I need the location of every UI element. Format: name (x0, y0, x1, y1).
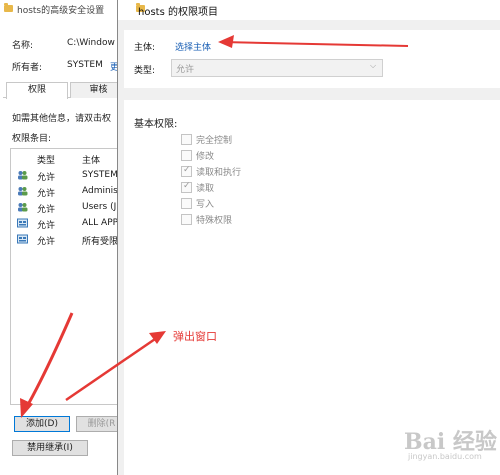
permission-label: 读取 (196, 184, 215, 194)
group-users-icon (18, 187, 28, 196)
disable-inheritance-button[interactable]: 禁用继承(I) (12, 440, 88, 456)
list-item[interactable]: 允许 Adminis (11, 183, 126, 199)
column-header-subject[interactable]: 主体 (82, 153, 100, 166)
add-button[interactable]: 添加(D) (14, 416, 70, 432)
permission-label: 完全控制 (196, 136, 233, 146)
owner-label: 所有者: (12, 63, 43, 73)
entry-type: 允许 (37, 237, 56, 247)
checkmark-icon: ✓ (183, 165, 191, 175)
type-select-value: 允许 (176, 65, 195, 75)
column-header-type[interactable]: 类型 (37, 153, 55, 166)
entry-subject: ALL APP (82, 218, 119, 228)
select-principal-link[interactable]: 选择主体 (175, 40, 211, 53)
owner-value: SYSTEM (67, 60, 103, 70)
hint-text: 如需其他信息，请双击权 (12, 114, 112, 124)
tab-permissions[interactable]: 权限 (6, 82, 68, 99)
permission-entries-list[interactable]: 类型 主体 允许 SYSTEM 允许 Adminis 允许 Users (J 允… (10, 148, 127, 405)
entry-type: 允许 (37, 205, 56, 215)
popup-annotation-text: 弹出窗口 (173, 330, 217, 343)
entry-subject: Users (J (82, 202, 117, 212)
dialog-title: hosts 的权限项目 (138, 7, 218, 18)
entry-subject: Adminis (82, 186, 118, 196)
type-select[interactable] (171, 59, 383, 77)
checkbox[interactable] (181, 150, 192, 161)
basic-permissions-label: 基本权限: (134, 119, 178, 130)
checkbox[interactable] (181, 214, 192, 225)
chevron-down-icon: ⌵ (370, 61, 377, 70)
list-item[interactable]: 允许 所有受限 (11, 231, 126, 247)
list-item[interactable]: 允许 SYSTEM (11, 167, 126, 183)
entry-type: 允许 (37, 221, 56, 231)
name-value: C:\Window (67, 38, 115, 48)
permission-label: 修改 (196, 152, 215, 162)
permission-label: 写入 (196, 200, 215, 210)
checkbox[interactable] (181, 134, 192, 145)
entry-subject: 所有受限 (82, 237, 119, 247)
type-label: 类型: (134, 66, 156, 76)
checkbox[interactable]: ✓ (181, 165, 192, 177)
checkmark-icon: ✓ (183, 181, 191, 191)
group-users-icon (18, 203, 28, 212)
app-package-icon (17, 234, 28, 244)
entry-type: 允许 (37, 173, 56, 183)
folder-icon (4, 3, 13, 12)
entry-type: 允许 (37, 189, 56, 199)
list-item[interactable]: 允许 Users (J (11, 199, 126, 215)
list-item[interactable]: 允许 ALL APP (11, 215, 126, 231)
entry-subject: SYSTEM (82, 170, 118, 180)
name-label: 名称: (12, 41, 34, 51)
subject-label: 主体: (134, 43, 156, 53)
permission-label: 读取和执行 (196, 168, 242, 178)
checkbox[interactable]: ✓ (181, 181, 192, 193)
watermark-url: jingyan.baidu.com (408, 452, 482, 461)
permission-entries-label: 权限条目: (12, 134, 52, 144)
checkbox[interactable] (181, 198, 192, 209)
app-package-icon (17, 218, 28, 228)
permission-label: 特殊权限 (196, 216, 233, 226)
advanced-security-title: hosts的高级安全设置 (17, 6, 105, 16)
group-users-icon (18, 171, 28, 180)
